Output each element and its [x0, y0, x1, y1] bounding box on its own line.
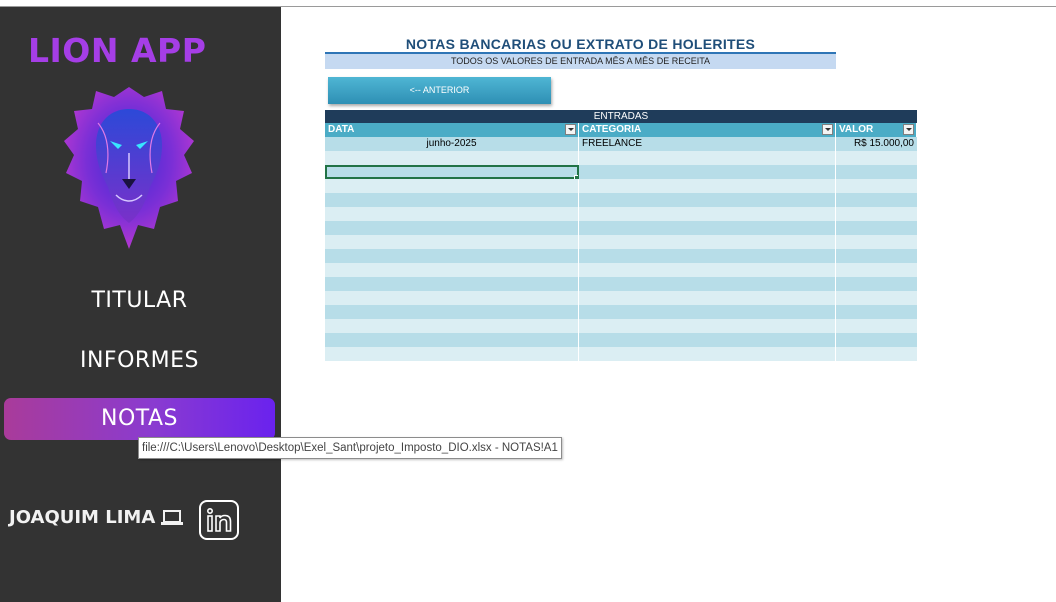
cell-data[interactable]: [325, 249, 579, 263]
column-header-label: DATA: [328, 124, 355, 135]
column-header-data: DATA: [325, 123, 579, 137]
cell-data[interactable]: [325, 235, 579, 249]
empty-rows: [325, 151, 917, 361]
back-button[interactable]: <-- ANTERIOR: [328, 77, 551, 104]
cell-valor[interactable]: [836, 263, 917, 277]
author-name: JOAQUIM LIMA: [9, 507, 156, 528]
entradas-table: ENTRADAS DATA CATEGORIA VALOR junho-2025…: [325, 110, 917, 361]
table-row: [325, 333, 917, 347]
cell-valor[interactable]: [836, 221, 917, 235]
cell-valor[interactable]: [836, 249, 917, 263]
cell-categoria[interactable]: FREELANCE: [579, 137, 836, 151]
sheet-subtitle: TODOS OS VALORES DE ENTRADA MÊS A MÊS DE…: [325, 54, 836, 69]
table-group-header: ENTRADAS: [325, 110, 917, 123]
table-row: [325, 263, 917, 277]
table-row: [325, 291, 917, 305]
cell-valor[interactable]: [836, 277, 917, 291]
fill-handle[interactable]: [574, 175, 578, 179]
cell-categoria[interactable]: [579, 249, 836, 263]
column-header-label: CATEGORIA: [582, 124, 642, 135]
nav-titular[interactable]: TITULAR: [4, 280, 275, 322]
table-row: [325, 277, 917, 291]
cell-categoria[interactable]: [579, 277, 836, 291]
column-header-categoria: CATEGORIA: [579, 123, 836, 137]
cell-valor[interactable]: [836, 347, 917, 361]
cell-valor[interactable]: [836, 319, 917, 333]
filter-dropdown-icon[interactable]: [822, 124, 833, 135]
filter-dropdown-icon[interactable]: [903, 124, 914, 135]
column-header-valor: VALOR: [836, 123, 917, 137]
cell-data[interactable]: [325, 179, 579, 193]
linkedin-icon[interactable]: [199, 500, 239, 540]
table-row: [325, 207, 917, 221]
cell-valor[interactable]: [836, 291, 917, 305]
cell-categoria[interactable]: [579, 165, 836, 179]
table-row: [325, 165, 917, 179]
cell-valor[interactable]: [836, 193, 917, 207]
table-row: [325, 193, 917, 207]
table-header-row: DATA CATEGORIA VALOR: [325, 123, 917, 137]
table-row: [325, 305, 917, 319]
sidebar: LION APP TITULAR INFORMES NOTAS JOAQUIM …: [0, 7, 281, 602]
cell-data[interactable]: [325, 291, 579, 305]
cell-categoria[interactable]: [579, 235, 836, 249]
cell-valor[interactable]: [836, 165, 917, 179]
cell-data[interactable]: junho-2025: [325, 137, 579, 151]
selected-cell[interactable]: [325, 165, 579, 179]
nav-notas[interactable]: NOTAS: [4, 398, 275, 440]
column-header-label: VALOR: [839, 124, 874, 135]
cell-data[interactable]: [325, 319, 579, 333]
lion-logo: [64, 87, 194, 249]
cell-categoria[interactable]: [579, 333, 836, 347]
cell-categoria[interactable]: [579, 207, 836, 221]
cell-categoria[interactable]: [579, 305, 836, 319]
cell-data[interactable]: [325, 333, 579, 347]
cell-valor[interactable]: [836, 207, 917, 221]
cell-valor[interactable]: [836, 305, 917, 319]
cell-data[interactable]: [325, 263, 579, 277]
cell-categoria[interactable]: [579, 291, 836, 305]
hyperlink-tooltip: file:///C:\Users\Lenovo\Desktop\Exel_San…: [138, 437, 562, 459]
table-row: [325, 347, 917, 361]
cell-valor[interactable]: [836, 179, 917, 193]
cell-valor[interactable]: [836, 151, 917, 165]
cell-categoria[interactable]: [579, 221, 836, 235]
cell-data[interactable]: [325, 305, 579, 319]
cell-data[interactable]: [325, 207, 579, 221]
cell-data[interactable]: [325, 193, 579, 207]
nav-informes[interactable]: INFORMES: [4, 340, 275, 382]
cell-valor[interactable]: [836, 235, 917, 249]
table-row: [325, 319, 917, 333]
cell-data[interactable]: [325, 347, 579, 361]
laptop-icon: [161, 509, 184, 525]
cell-categoria[interactable]: [579, 347, 836, 361]
cell-categoria[interactable]: [579, 319, 836, 333]
cell-valor[interactable]: R$ 15.000,00: [836, 137, 917, 151]
sheet-title: NOTAS BANCARIAS OU EXTRATO DE HOLERITES: [405, 36, 756, 52]
cell-categoria[interactable]: [579, 193, 836, 207]
app-title: LION APP: [28, 31, 207, 70]
table-row: junho-2025 FREELANCE R$ 15.000,00: [325, 137, 917, 151]
cell-data[interactable]: [325, 277, 579, 291]
filter-dropdown-icon[interactable]: [565, 124, 576, 135]
cell-categoria[interactable]: [579, 263, 836, 277]
table-row: [325, 151, 917, 165]
cell-data[interactable]: [325, 221, 579, 235]
cell-categoria[interactable]: [579, 151, 836, 165]
table-row: [325, 235, 917, 249]
table-row: [325, 179, 917, 193]
author-credit: JOAQUIM LIMA: [9, 507, 184, 528]
cell-categoria[interactable]: [579, 179, 836, 193]
table-row: [325, 249, 917, 263]
cell-valor[interactable]: [836, 333, 917, 347]
table-row: [325, 221, 917, 235]
cell-data[interactable]: [325, 151, 579, 165]
